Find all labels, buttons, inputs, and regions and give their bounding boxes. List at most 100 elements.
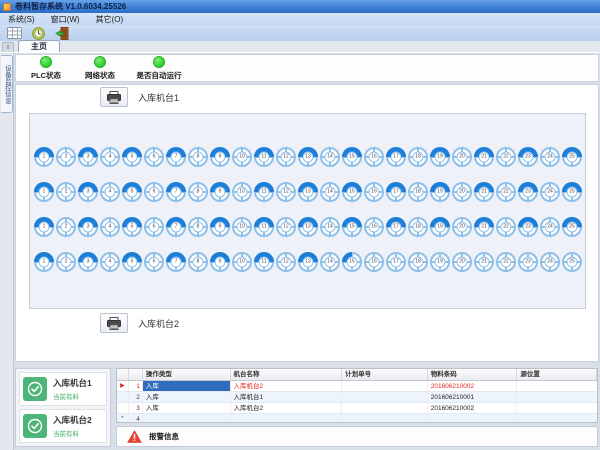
reel-slot[interactable]: 14 [320,217,340,237]
reel-slot[interactable]: 4 [100,217,120,237]
table-cell[interactable] [517,392,597,402]
reel-slot[interactable]: 15 [342,252,362,272]
reel-slot[interactable]: 17 [386,182,406,202]
table-cell[interactable] [342,392,428,402]
table-cell[interactable]: 201606210002 [428,403,518,413]
reel-slot[interactable]: 10 [232,182,252,202]
reel-slot[interactable]: 12 [276,147,296,167]
table-cell[interactable] [117,403,129,413]
table-icon[interactable] [6,27,22,40]
table-cell[interactable] [428,414,518,423]
reel-slot[interactable]: 25 [562,147,582,167]
reel-slot[interactable]: 3 [78,147,98,167]
machine2-status-card[interactable]: 入库机台2 当前有料 [19,409,107,443]
reel-slot[interactable]: 4 [100,147,120,167]
reel-slot[interactable]: 11 [254,252,274,272]
reel-slot[interactable]: 10 [232,252,252,272]
reel-slot[interactable]: 1 [34,217,54,237]
reel-slot[interactable]: 3 [78,182,98,202]
reel-slot[interactable]: 5 [122,252,142,272]
reel-slot[interactable]: 25 [562,217,582,237]
reel-slot[interactable]: 7 [166,217,186,237]
column-header[interactable] [117,369,129,380]
reel-slot[interactable]: 24 [540,182,560,202]
table-row[interactable]: ▶1入库入库机台2201606210002 [117,381,597,392]
reel-slot[interactable]: 6 [144,252,164,272]
table-cell[interactable]: 入库 [143,381,231,391]
print-button-machine2[interactable] [100,313,128,333]
column-header[interactable]: 机台名称 [231,369,343,380]
reel-slot[interactable]: 19 [430,182,450,202]
reel-slot[interactable]: 2 [56,252,76,272]
reel-slot[interactable]: 12 [276,252,296,272]
column-header[interactable]: 物料条码 [428,369,518,380]
exit-icon[interactable] [54,27,70,40]
reel-slot[interactable]: 20 [452,217,472,237]
menu-other[interactable]: 其它(O) [88,14,132,25]
reel-slot[interactable]: 15 [342,147,362,167]
reel-slot[interactable]: 17 [386,217,406,237]
reel-slot[interactable]: 5 [122,147,142,167]
reel-slot[interactable]: 19 [430,252,450,272]
table-cell[interactable] [517,414,597,423]
reel-slot[interactable]: 22 [496,217,516,237]
reel-slot[interactable]: 9 [210,147,230,167]
reel-slot[interactable]: 11 [254,217,274,237]
table-cell[interactable]: 入库机台2 [231,381,343,391]
reel-slot[interactable]: 13 [298,217,318,237]
reel-slot[interactable]: 4 [100,252,120,272]
side-tab-monitor[interactable]: 设备监控信息 [1,55,13,113]
reel-slot[interactable]: 2 [56,217,76,237]
column-header[interactable]: 源位置 [517,369,597,380]
reel-slot[interactable]: 1 [34,182,54,202]
reel-slot[interactable]: 13 [298,252,318,272]
table-cell[interactable]: 201606210002 [428,381,518,391]
reel-slot[interactable]: 7 [166,147,186,167]
table-cell[interactable] [342,414,428,423]
table-row[interactable]: 3入库入库机台2201606210002 [117,403,597,414]
menu-window[interactable]: 窗口(W) [43,14,88,25]
reel-slot[interactable]: 7 [166,252,186,272]
column-header[interactable]: 计划单号 [342,369,428,380]
menu-system[interactable]: 系统(S) [0,14,43,25]
reel-slot[interactable]: 23 [518,252,538,272]
reel-slot[interactable]: 11 [254,182,274,202]
reel-slot[interactable]: 9 [210,217,230,237]
reel-slot[interactable]: 18 [408,147,428,167]
reel-slot[interactable]: 22 [496,252,516,272]
reel-slot[interactable]: 15 [342,217,362,237]
table-cell[interactable]: 2 [129,392,143,402]
reel-slot[interactable]: 1 [34,252,54,272]
column-header[interactable] [129,369,143,380]
reel-slot[interactable]: 6 [144,182,164,202]
reel-slot[interactable]: 22 [496,147,516,167]
reel-slot[interactable]: 17 [386,147,406,167]
reel-slot[interactable]: 16 [364,182,384,202]
reel-slot[interactable]: 8 [188,147,208,167]
reel-slot[interactable]: 16 [364,252,384,272]
reel-slot[interactable]: 13 [298,182,318,202]
reel-slot[interactable]: 10 [232,147,252,167]
reel-slot[interactable]: 5 [122,217,142,237]
reel-slot[interactable]: 21 [474,252,494,272]
column-header[interactable]: 操作类型 [143,369,231,380]
reel-slot[interactable]: 12 [276,182,296,202]
reel-slot[interactable]: 20 [452,252,472,272]
table-cell[interactable]: 入库机台2 [231,403,343,413]
table-cell[interactable]: 3 [129,403,143,413]
reel-slot[interactable]: 20 [452,182,472,202]
table-row[interactable]: *4 [117,414,597,423]
table-cell[interactable]: 4 [129,414,143,423]
reel-slot[interactable]: 25 [562,182,582,202]
reel-slot[interactable]: 21 [474,217,494,237]
reel-slot[interactable]: 9 [210,252,230,272]
table-cell[interactable]: 201606210001 [428,392,518,402]
reel-slot[interactable]: 20 [452,147,472,167]
collapsed-panel-tab[interactable]: ≡ [2,42,14,52]
reel-slot[interactable]: 21 [474,182,494,202]
reel-slot[interactable]: 24 [540,217,560,237]
reel-slot[interactable]: 21 [474,147,494,167]
table-cell[interactable] [342,381,428,391]
reel-slot[interactable]: 12 [276,217,296,237]
reel-slot[interactable]: 2 [56,147,76,167]
